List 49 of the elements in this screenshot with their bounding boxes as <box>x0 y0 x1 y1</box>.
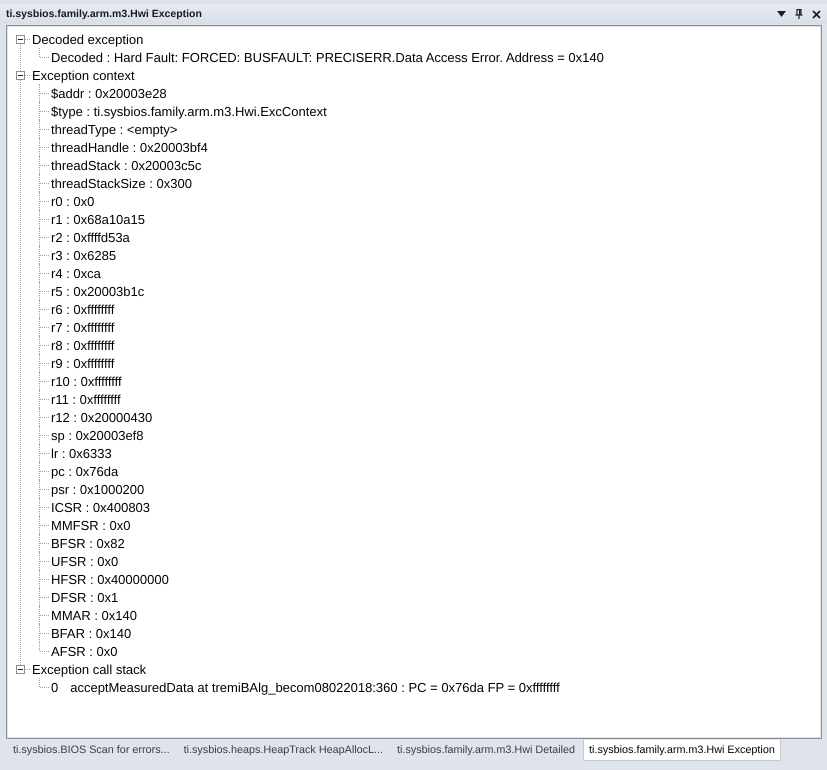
tree-item[interactable]: r9 : 0xffffffff <box>51 356 114 370</box>
tree-item[interactable]: acceptMeasuredData at tremiBAlg_becom08022018:360 : PC = 0x76da FP = 0xffffffff <box>70 680 560 694</box>
tree-item[interactable]: r11 : 0xffffffff <box>51 392 121 406</box>
tree-item[interactable]: threadType : <empty> <box>51 122 178 136</box>
pin-icon[interactable] <box>795 9 803 19</box>
tree-item[interactable]: r6 : 0xffffffff <box>51 302 114 316</box>
tree-item[interactable]: BFSR : 0x82 <box>51 536 125 550</box>
tree-item[interactable]: r7 : 0xffffffff <box>51 320 114 334</box>
tree-item[interactable]: DFSR : 0x1 <box>51 590 118 604</box>
collapse-icon[interactable] <box>16 34 25 44</box>
collapse-icon[interactable] <box>16 70 25 80</box>
tree-item[interactable]: pc : 0x76da <box>51 464 118 478</box>
close-icon[interactable] <box>812 10 821 18</box>
tree-item[interactable]: HFSR : 0x40000000 <box>51 572 169 586</box>
tree-item[interactable]: r3 : 0x6285 <box>51 248 116 262</box>
tree-item[interactable]: threadStack : 0x20003c5c <box>51 158 202 172</box>
tree-item[interactable]: threadHandle : 0x20003bf4 <box>51 140 208 154</box>
tree-item[interactable]: r0 : 0x0 <box>51 194 94 208</box>
tree-item[interactable]: r4 : 0xca <box>51 266 101 280</box>
tree-item[interactable]: r2 : 0xffffd53a <box>51 230 130 244</box>
frame-index: 0 <box>51 680 58 694</box>
tree-item[interactable]: lr : 0x6333 <box>51 446 112 460</box>
tree-item[interactable]: r12 : 0x20000430 <box>51 410 152 424</box>
tree-item[interactable]: ICSR : 0x400803 <box>51 500 150 514</box>
tree-item[interactable]: BFAR : 0x140 <box>51 626 132 640</box>
tab[interactable]: ti.sysbios.family.arm.m3.Hwi Detailed <box>391 740 582 761</box>
tree-item[interactable]: psr : 0x1000200 <box>51 482 144 496</box>
tree-item[interactable]: r8 : 0xffffffff <box>51 338 114 352</box>
tree-item[interactable]: $addr : 0x20003e28 <box>51 86 167 100</box>
tree-item[interactable]: sp : 0x20003ef8 <box>51 428 144 442</box>
tree-node[interactable]: Exception context <box>32 68 135 82</box>
tree-item[interactable]: UFSR : 0x0 <box>51 554 118 568</box>
tree-node[interactable]: Exception call stack <box>32 662 146 676</box>
tree-item[interactable]: threadStackSize : 0x300 <box>51 176 192 190</box>
tree-item[interactable]: r10 : 0xffffffff <box>51 374 122 388</box>
collapse-icon[interactable] <box>16 664 25 674</box>
tree-node[interactable]: Decoded exception <box>32 32 144 46</box>
tree-item[interactable]: r1 : 0x68a10a15 <box>51 212 145 226</box>
tree-item[interactable]: $type : ti.sysbios.family.arm.m3.Hwi.ExcContext <box>51 104 327 118</box>
tree-item[interactable]: r5 : 0x20003b1c <box>51 284 144 298</box>
tree-item[interactable]: MMFSR : 0x0 <box>51 518 130 532</box>
tab[interactable]: ti.sysbios.family.arm.m3.Hwi Exception <box>583 740 781 761</box>
tab[interactable]: ti.sysbios.BIOS Scan for errors... <box>7 740 176 761</box>
tree-item[interactable]: Decoded : Hard Fault: FORCED: BUSFAULT: PRECISERR.Data Access Error. Address = 0x140 <box>51 50 604 64</box>
tree-item[interactable]: AFSR : 0x0 <box>51 644 118 658</box>
window-title: ti.sysbios.family.arm.m3.Hwi Exception <box>6 8 202 20</box>
tree-item[interactable]: MMAR : 0x140 <box>51 608 137 622</box>
tab[interactable]: ti.sysbios.heaps.HeapTrack HeapAllocL... <box>178 740 390 761</box>
dropdown-triangle-icon[interactable] <box>777 11 786 17</box>
